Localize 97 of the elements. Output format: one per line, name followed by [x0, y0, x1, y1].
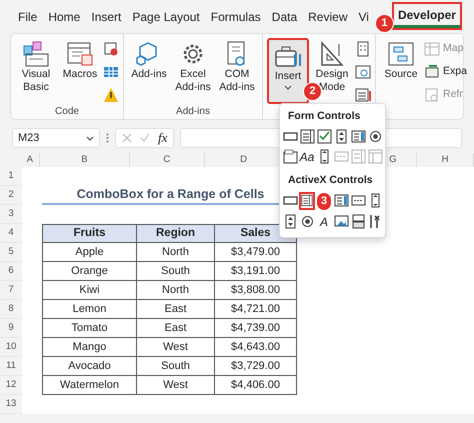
small-ribbon-button[interactable]	[103, 40, 119, 57]
row-header[interactable]: 2	[0, 186, 22, 205]
combo-drop-icon	[368, 149, 382, 164]
name-box[interactable]: M23	[12, 128, 100, 148]
text-box-icon	[334, 149, 348, 164]
control-option[interactable]: A	[316, 212, 332, 230]
menu-section-title: ActiveX Controls	[287, 172, 374, 188]
row-header[interactable]: 4	[0, 224, 22, 243]
group-label: Add-ins	[175, 105, 211, 119]
column-header[interactable]: H	[417, 153, 474, 167]
ribbon-button[interactable]: COM Add-ins	[216, 38, 258, 104]
table-header-cell: Region	[136, 224, 215, 243]
small-ribbon-button[interactable]: Expa	[424, 63, 467, 80]
ribbon-button[interactable]: Insert	[267, 38, 309, 104]
control-option[interactable]	[299, 192, 315, 210]
table-cell: $4,406.00	[214, 376, 297, 395]
table-cell: Kiwi	[42, 281, 137, 300]
control-option[interactable]	[333, 192, 349, 210]
image-control-icon	[334, 214, 348, 229]
ribbon-tab[interactable]: Vi	[356, 8, 371, 30]
text-box-icon	[350, 193, 366, 208]
more-icon	[106, 133, 109, 143]
ribbon-tab[interactable]: File	[16, 8, 40, 30]
list-box-icon	[334, 193, 348, 208]
xml-source-icon	[386, 40, 416, 68]
sheet-title: ComboBox for a Range of Cells	[76, 186, 264, 204]
option-button-icon	[300, 214, 314, 229]
ribbon-tab[interactable]: Home	[46, 8, 82, 30]
check-icon[interactable]	[140, 133, 150, 143]
combo-list-icon	[350, 149, 366, 164]
table-cell: $4,643.00	[214, 338, 297, 357]
step-number-badge: 3	[316, 192, 332, 210]
row-header[interactable]: 12	[0, 376, 22, 395]
row-header[interactable]: 1	[0, 167, 22, 186]
column-header[interactable]: C	[130, 153, 205, 167]
control-option[interactable]	[299, 128, 315, 146]
chevron-down-icon	[86, 136, 94, 140]
table-cell: $3,729.00	[214, 357, 297, 376]
ribbon-tab[interactable]: Insert	[89, 8, 124, 30]
row-header[interactable]: 3	[0, 205, 22, 224]
table-cell: $3,191.00	[214, 262, 297, 281]
table-cell: Apple	[42, 243, 137, 262]
row-header[interactable]: 6	[0, 262, 22, 281]
control-option[interactable]: Aa	[299, 148, 315, 166]
warning-icon	[103, 86, 119, 102]
row-header[interactable]: 9	[0, 319, 22, 338]
spin-button-icon	[334, 129, 348, 144]
toggle-button-icon	[350, 214, 366, 229]
table-cell: $4,739.00	[214, 319, 297, 338]
ribbon-button[interactable]: Excel Add-ins	[172, 38, 214, 104]
step-number-badge: 1	[374, 14, 394, 33]
checkbox-icon	[316, 129, 332, 144]
combo-box-icon	[300, 129, 314, 144]
row-header[interactable]: 5	[0, 243, 22, 262]
ribbon-tab[interactable]: Review	[306, 8, 350, 30]
table-cell: Orange	[42, 262, 137, 281]
combo-box-icon	[301, 193, 313, 208]
record-macro-icon	[103, 40, 119, 56]
control-option[interactable]	[282, 148, 298, 166]
row-header[interactable]: 7	[0, 281, 22, 300]
insert-function-button[interactable]: fx	[158, 128, 168, 148]
control-option[interactable]	[350, 212, 366, 230]
list-box-icon	[350, 129, 366, 144]
tools-icon	[368, 214, 382, 229]
label-control-icon: Aa	[300, 150, 314, 163]
row-header[interactable]: 13	[0, 395, 22, 414]
cubes-icon	[21, 40, 51, 68]
ribbon-button[interactable]: Visual Basic	[15, 38, 57, 104]
ribbon-button[interactable]: Macros	[59, 38, 101, 104]
group-box-icon	[282, 149, 298, 164]
menu-section-title: Form Controls	[287, 109, 362, 124]
spin-button-icon	[282, 214, 298, 229]
control-option[interactable]	[316, 128, 332, 146]
ribbon-tab[interactable]: Page Layout	[130, 8, 202, 30]
table-cell: $3,808.00	[214, 281, 297, 300]
column-header[interactable]: B	[40, 153, 130, 167]
label-control-icon: A	[320, 216, 328, 228]
ribbon-tab[interactable]: Data	[270, 8, 300, 30]
table-cell: Avocado	[42, 357, 137, 376]
option-button-icon	[368, 129, 382, 144]
row-header[interactable]: 10	[0, 338, 22, 357]
table-header-cell: Fruits	[42, 224, 137, 243]
table-cell: $4,721.00	[214, 300, 297, 319]
table-cell: Watermelon	[42, 376, 137, 395]
small-ribbon-button[interactable]	[103, 86, 119, 103]
table-cell: Tomato	[42, 319, 137, 338]
ribbon-tab[interactable]: Developer	[392, 2, 462, 30]
table-cell: $3,479.00	[214, 243, 297, 262]
table-cell: Mango	[42, 338, 137, 357]
ribbon-tab[interactable]: Formulas	[208, 8, 263, 30]
ribbon-button[interactable]: Source	[380, 38, 422, 104]
group-label: Code	[54, 105, 80, 119]
row-header[interactable]: 8	[0, 300, 22, 319]
table-cell: Lemon	[42, 300, 137, 319]
ribbon-button[interactable]: Add-ins	[128, 38, 170, 104]
macro-sheet-icon	[65, 40, 95, 68]
row-header[interactable]: 11	[0, 357, 22, 376]
